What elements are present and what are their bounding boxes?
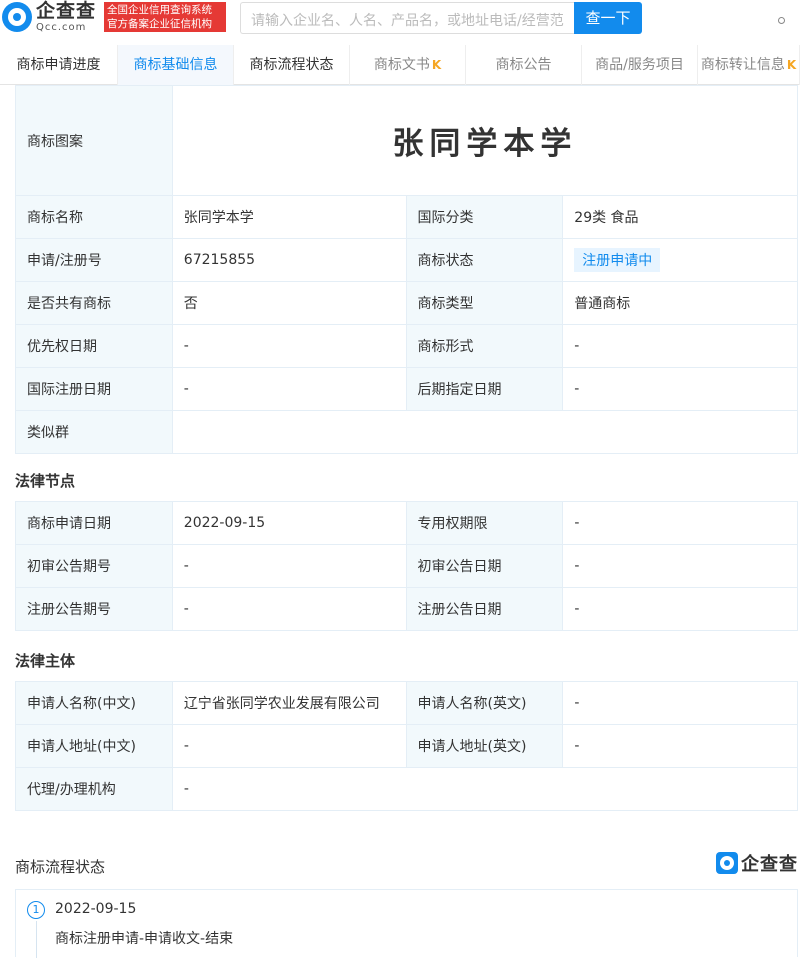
- field-label: 国际分类: [405, 195, 564, 239]
- tab-flow-status[interactable]: 商标流程状态: [234, 45, 350, 85]
- field-label: 申请/注册号: [15, 238, 173, 282]
- field-label: 商标申请日期: [15, 501, 173, 545]
- field-label: 注册公告期号: [15, 587, 173, 631]
- field-label: 代理/办理机构: [15, 767, 173, 811]
- search-button[interactable]: 查一下: [574, 2, 642, 34]
- trademark-form: -: [562, 324, 798, 368]
- trademark-type: 普通商标: [562, 281, 798, 325]
- flow-date: 2022-09-15: [55, 901, 137, 917]
- field-label: 商标名称: [15, 195, 173, 239]
- reg-issue-date: -: [562, 587, 798, 631]
- intl-registration-date: -: [171, 367, 407, 411]
- field-label: 后期指定日期: [405, 367, 564, 411]
- timeline-line: [36, 921, 37, 958]
- official-badge: 全国企业信用查询系统 官方备案企业征信机构: [104, 2, 226, 32]
- field-label: 商标状态: [405, 238, 564, 282]
- field-label: 申请人地址(中文): [15, 724, 173, 768]
- reg-issue-no: -: [171, 587, 407, 631]
- step-number: 1: [27, 901, 45, 919]
- shared-trademark: 否: [171, 281, 407, 325]
- trademark-name: 张同学本学: [171, 195, 407, 239]
- field-label: 商标类型: [405, 281, 564, 325]
- tab-application-progress[interactable]: 商标申请进度: [0, 45, 118, 85]
- tab-bar: 商标申请进度 商标基础信息 商标流程状态 商标文书 K 商标公告 商品/服务项目 …: [0, 45, 800, 85]
- user-icon[interactable]: [778, 12, 800, 28]
- field-label: 专用权期限: [405, 501, 564, 545]
- tab-basic-info[interactable]: 商标基础信息: [118, 45, 234, 85]
- registration-number: 67215855: [171, 238, 407, 282]
- field-label: 商标形式: [405, 324, 564, 368]
- section-title-legal-subject: 法律主体: [15, 652, 76, 670]
- similar-group: [171, 410, 799, 454]
- exclusive-right-period: -: [562, 501, 798, 545]
- prelim-issue-no: -: [171, 544, 407, 588]
- field-label: 国际注册日期: [15, 367, 173, 411]
- tab-announcements[interactable]: 商标公告: [466, 45, 582, 85]
- field-label: 申请人名称(英文): [405, 681, 564, 725]
- vip-icon: K: [786, 58, 797, 72]
- tab-transfer-info[interactable]: 商标转让信息 K: [698, 45, 800, 85]
- field-label: 是否共有商标: [15, 281, 173, 325]
- trademark-image-label: 商标图案: [15, 85, 173, 196]
- vip-icon: K: [431, 58, 442, 72]
- later-designation-date: -: [562, 367, 798, 411]
- qcc-logo-icon: [2, 2, 32, 32]
- flow-description: 商标注册申请-申请收文-结束: [55, 931, 234, 947]
- agent-value: -: [171, 767, 799, 811]
- intl-class: 29类 食品: [562, 195, 798, 239]
- applicant-address-cn: -: [171, 724, 407, 768]
- basic-info-table: 商标图案 张同学本学 商标名称 张同学本学 国际分类 29类 食品 申请/注册号…: [15, 85, 799, 454]
- application-date: 2022-09-15: [171, 501, 407, 545]
- logo-en-text: Qcc.com: [36, 21, 87, 33]
- field-label: 初审公告期号: [15, 544, 173, 588]
- top-header: 企查查 Qcc.com 全国企业信用查询系统 官方备案企业征信机构 请输入企业名…: [0, 0, 800, 40]
- flow-timeline: 1 2022-09-15 商标注册申请-申请收文-结束: [15, 889, 798, 958]
- logo-cn-text: 企查查: [36, 0, 97, 22]
- field-label: 优先权日期: [15, 324, 173, 368]
- legal-subject-table: 申请人名称(中文) 辽宁省张同学农业发展有限公司 申请人名称(英文) - 申请人…: [15, 681, 799, 811]
- status-badge: 注册申请中: [574, 248, 661, 272]
- tab-documents[interactable]: 商标文书 K: [350, 45, 466, 85]
- trademark-image: 张同学本学: [171, 85, 799, 196]
- legal-nodes-table: 商标申请日期 2022-09-15 专用权期限 - 初审公告期号 - 初审公告日…: [15, 501, 798, 631]
- field-label: 申请人地址(英文): [405, 724, 564, 768]
- applicant-name-link[interactable]: 辽宁省张同学农业发展有限公司: [171, 681, 407, 725]
- section-title-flow-status: 商标流程状态: [15, 858, 106, 876]
- field-label: 类似群: [15, 410, 173, 454]
- field-label: 注册公告日期: [405, 587, 564, 631]
- qcc-logo[interactable]: 企查查 Qcc.com: [2, 0, 97, 33]
- applicant-name-en: -: [562, 681, 798, 725]
- section-title-legal-nodes: 法律节点: [15, 472, 76, 490]
- priority-date: -: [171, 324, 407, 368]
- field-label: 申请人名称(中文): [15, 681, 173, 725]
- field-label: 初审公告日期: [405, 544, 564, 588]
- qcc-logo-icon: [716, 852, 738, 874]
- search-input[interactable]: 请输入企业名、人名、产品名，或地址电话/经营范: [240, 2, 576, 34]
- qcc-watermark-logo: 企查查: [716, 850, 798, 876]
- tab-goods-services[interactable]: 商品/服务项目: [582, 45, 698, 85]
- applicant-address-en: -: [562, 724, 798, 768]
- prelim-issue-date: -: [562, 544, 798, 588]
